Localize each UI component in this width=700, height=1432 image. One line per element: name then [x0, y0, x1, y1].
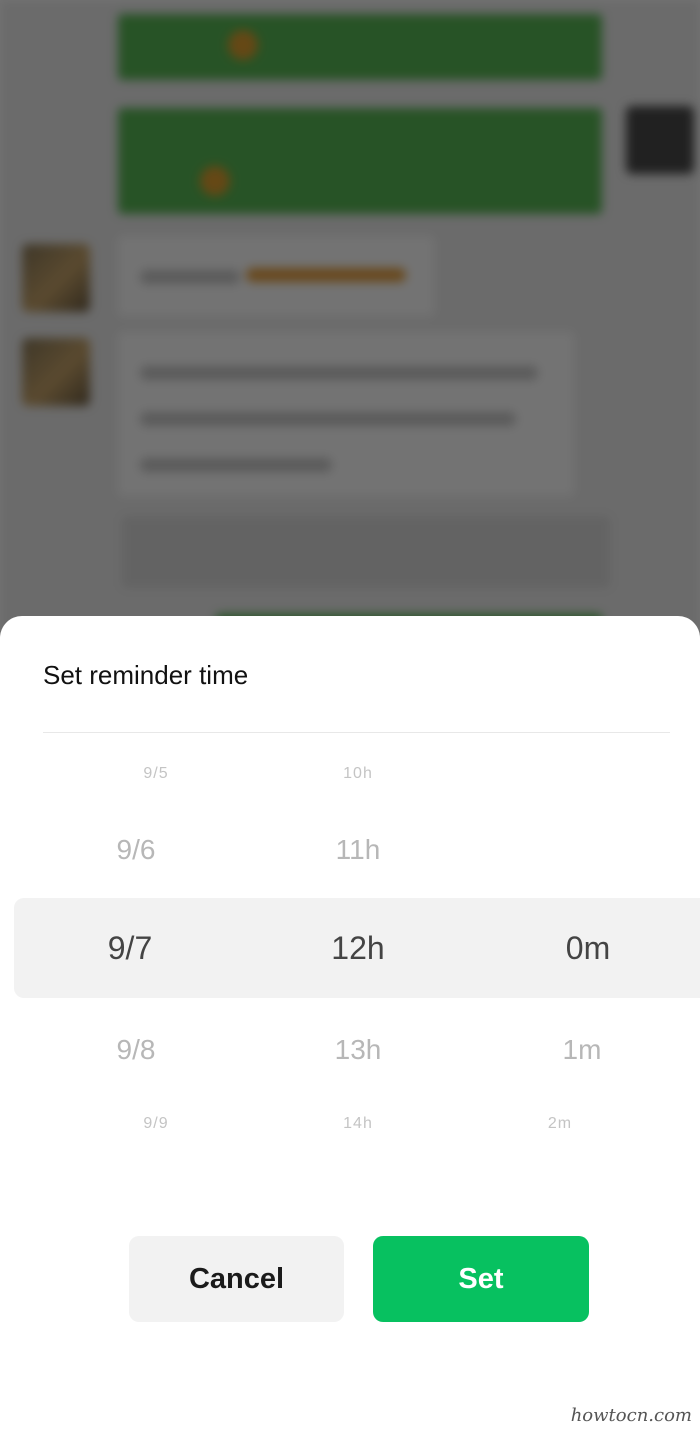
hour-option[interactable]: 14h — [258, 1116, 458, 1132]
minute-option[interactable]: 1m — [482, 1036, 682, 1064]
date-option[interactable]: 9/8 — [36, 1036, 236, 1064]
date-option[interactable]: 9/6 — [36, 836, 236, 864]
cancel-button[interactable]: Cancel — [129, 1236, 344, 1322]
hour-option[interactable]: 11h — [258, 836, 458, 864]
hour-option[interactable]: 10h — [258, 766, 458, 782]
date-option[interactable]: 9/5 — [56, 766, 256, 782]
date-option-selected[interactable]: 9/7 — [30, 932, 230, 964]
hour-option-selected[interactable]: 12h — [258, 932, 458, 964]
divider — [43, 732, 670, 733]
minute-option[interactable]: 2m — [460, 1116, 660, 1132]
watermark: howtocn.com — [570, 1405, 692, 1426]
date-option[interactable]: 9/9 — [56, 1116, 256, 1132]
minute-column[interactable]: 0m 1m 2m — [482, 734, 682, 1174]
set-button[interactable]: Set — [373, 1236, 589, 1322]
sheet-title: Set reminder time — [43, 660, 249, 690]
hour-column[interactable]: 10h 11h 12h 13h 14h — [258, 734, 458, 1174]
time-picker: 9/5 9/6 9/7 9/8 9/9 10h 11h 12h 13h 14h … — [0, 734, 700, 1174]
hour-option[interactable]: 13h — [258, 1036, 458, 1064]
date-column[interactable]: 9/5 9/6 9/7 9/8 9/9 — [36, 734, 236, 1174]
minute-option-selected[interactable]: 0m — [488, 932, 688, 964]
modal-overlay[interactable] — [0, 0, 700, 640]
reminder-time-sheet: Set reminder time 9/5 9/6 9/7 9/8 9/9 10… — [0, 616, 700, 1432]
